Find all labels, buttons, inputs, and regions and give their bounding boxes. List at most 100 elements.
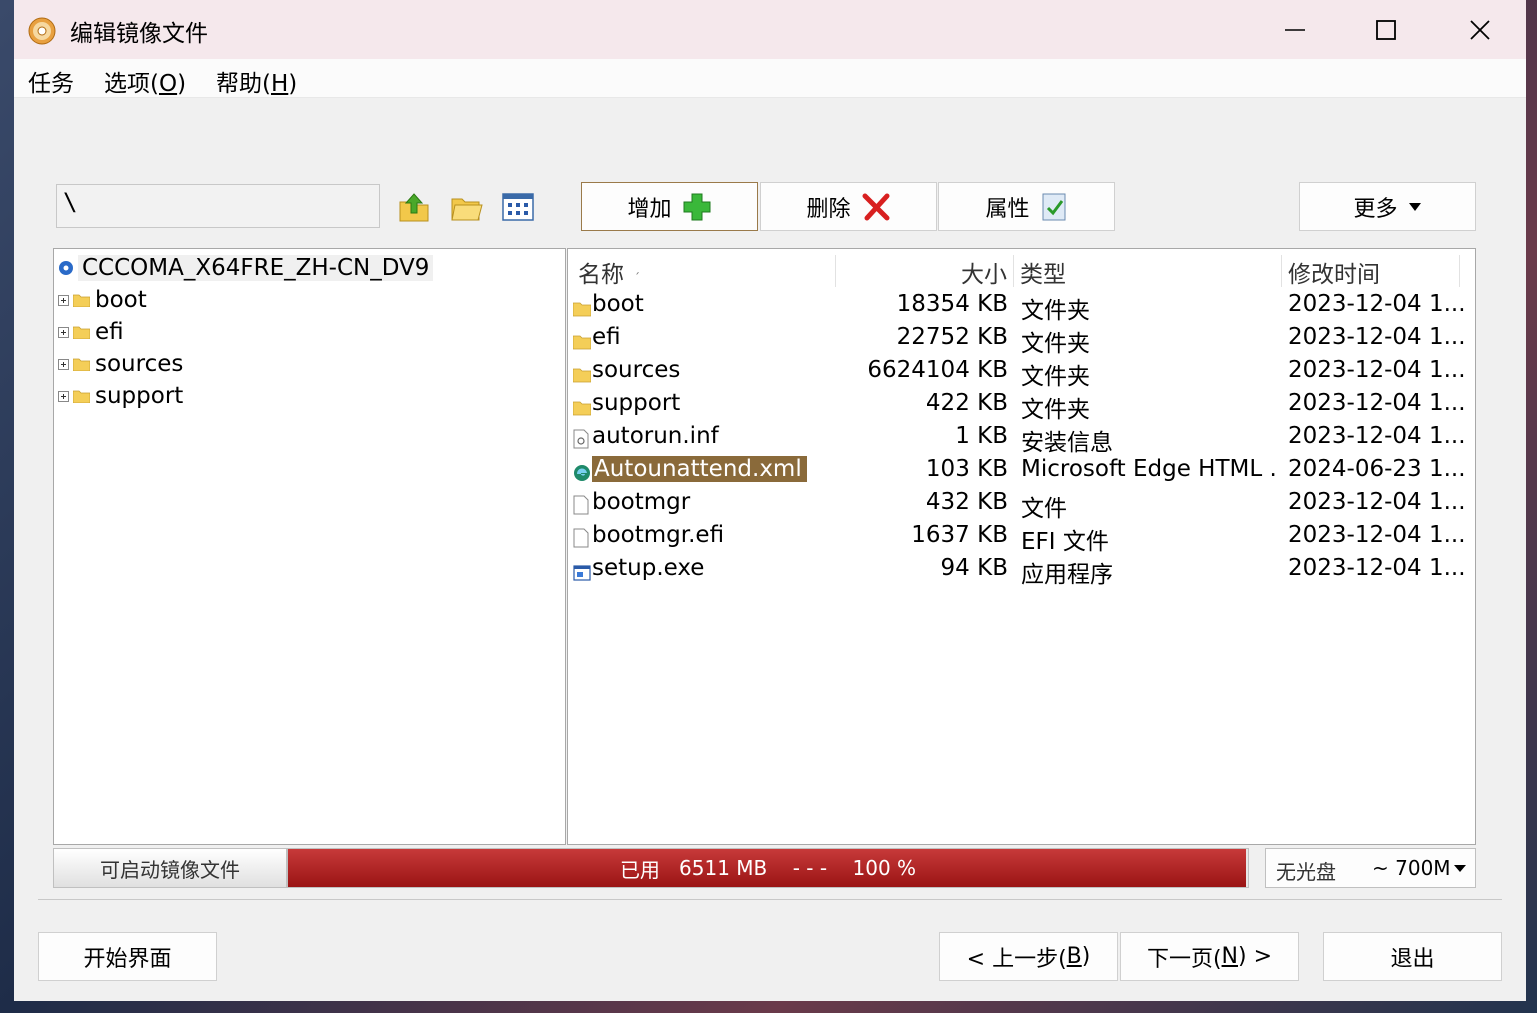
tree-item-label: boot — [95, 287, 147, 313]
next-page-button[interactable]: 下一页(N) > — [1120, 932, 1299, 981]
disc-app-icon — [28, 17, 56, 45]
plus-icon — [683, 193, 710, 220]
tree-item-support[interactable]: support — [58, 381, 183, 411]
file-row[interactable]: bootmgr.efi 1637 KB EFI 文件 2023-12-04 1... — [568, 520, 1468, 555]
tree-item-efi[interactable]: efi — [58, 317, 124, 347]
maximize-button[interactable] — [1356, 8, 1416, 52]
file-row[interactable]: efi 22752 KB 文件夹 2023-12-04 1... — [568, 322, 1468, 357]
expand-icon[interactable] — [58, 358, 69, 370]
file-icon — [573, 495, 591, 515]
close-button[interactable] — [1450, 8, 1510, 52]
disc-size-value: ~ 700M — [1372, 856, 1451, 880]
file-size: 6624104 KB — [867, 357, 1008, 383]
file-type: 文件 — [1021, 496, 1067, 522]
dropdown-arrow-icon — [1454, 865, 1466, 872]
add-button[interactable]: 增加 — [581, 182, 758, 231]
column-header-type[interactable]: 类型 — [1014, 255, 1282, 288]
tree-item-label: efi — [95, 319, 124, 345]
settings-file-icon — [573, 429, 591, 449]
folder-icon — [73, 294, 90, 307]
folder-icon — [573, 330, 591, 350]
menu-bar: 任务 选项(O) 帮助(H) — [14, 59, 1526, 98]
used-label: 已用 — [619, 857, 660, 882]
file-type: 文件夹 — [1021, 331, 1090, 357]
menu-task[interactable]: 任务 — [28, 64, 74, 98]
file-icon — [573, 528, 591, 548]
file-name: setup.exe — [592, 555, 705, 581]
file-name: support — [592, 390, 681, 416]
minimize-icon — [1285, 29, 1305, 31]
delete-button[interactable]: 删除 — [760, 182, 937, 231]
tree-item-label: sources — [95, 351, 184, 377]
path-input[interactable]: \ — [56, 184, 380, 228]
file-size: 18354 KB — [896, 291, 1008, 317]
file-row[interactable]: sources 6624104 KB 文件夹 2023-12-04 1... — [568, 355, 1468, 390]
column-header-name[interactable]: 名称 ˊ — [568, 255, 836, 288]
file-date: 2023-12-04 1... — [1288, 390, 1466, 416]
file-size: 103 KB — [925, 456, 1008, 482]
file-size: 1637 KB — [911, 522, 1008, 548]
properties-icon — [1042, 193, 1065, 220]
tree-root[interactable]: CCCOMA_X64FRE_ZH-CN_DV9 — [58, 253, 434, 283]
folder-icon — [573, 297, 591, 317]
file-size: 22752 KB — [896, 324, 1008, 350]
expand-icon[interactable] — [58, 390, 69, 402]
folder-icon — [73, 358, 90, 371]
file-date: 2024-06-23 1... — [1288, 456, 1466, 482]
folder-tree[interactable]: CCCOMA_X64FRE_ZH-CN_DV9 boot efi sources… — [53, 248, 566, 845]
dropdown-arrow-icon — [1408, 202, 1421, 211]
tree-item-boot[interactable]: boot — [58, 285, 147, 315]
disc-label: 无光盘 — [1276, 860, 1336, 884]
folder-icon — [73, 326, 90, 339]
file-row[interactable]: autorun.inf 1 KB 安装信息 2023-12-04 1... — [568, 421, 1468, 456]
close-icon — [1470, 20, 1490, 40]
more-button[interactable]: 更多 — [1299, 182, 1476, 231]
file-row[interactable]: setup.exe 94 KB 应用程序 2023-12-04 1... — [568, 553, 1468, 588]
file-list[interactable]: 名称 ˊ 大小 类型 修改时间 boot 18354 KB 文件夹 2023-12-04… — [567, 248, 1476, 845]
column-header-size[interactable]: 大小 — [836, 255, 1014, 288]
start-page-button[interactable]: 开始界面 — [38, 932, 217, 981]
file-type: 文件夹 — [1021, 298, 1090, 324]
tree-item-label: support — [95, 383, 184, 409]
exit-button[interactable]: 退出 — [1323, 932, 1502, 981]
file-row[interactable]: bootmgr 432 KB 文件 2023-12-04 1... — [568, 487, 1468, 522]
file-row[interactable]: support 422 KB 文件夹 2023-12-04 1... — [568, 388, 1468, 423]
folder-icon — [573, 363, 591, 383]
usage-percent: 100 % — [852, 856, 917, 880]
previous-step-button[interactable]: < 上一步(B) — [939, 932, 1118, 981]
file-name: bootmgr.efi — [592, 522, 725, 548]
file-row[interactable]: Autounattend.xml 103 KB Microsoft Edge HTM… — [568, 454, 1468, 487]
exe-icon — [573, 561, 591, 581]
file-name: autorun.inf — [592, 423, 719, 449]
view-mode-icon[interactable] — [501, 190, 535, 224]
file-type: 安装信息 — [1021, 430, 1113, 456]
tree-item-sources[interactable]: sources — [58, 349, 183, 379]
path-value: \ — [63, 188, 78, 216]
column-header-date[interactable]: 修改时间 — [1282, 255, 1460, 288]
file-type: Microsoft Edge HTML ... — [1021, 456, 1279, 482]
open-folder-icon[interactable] — [449, 190, 483, 224]
title-bar[interactable]: 编辑镜像文件 — [14, 0, 1526, 59]
file-type: EFI 文件 — [1021, 529, 1109, 555]
file-date: 2023-12-04 1... — [1288, 555, 1466, 581]
edge-icon — [573, 462, 591, 482]
folder-icon — [73, 390, 90, 403]
file-size: 432 KB — [925, 489, 1008, 515]
expand-icon[interactable] — [58, 326, 69, 338]
usage-separator: - - - — [792, 856, 828, 880]
properties-button[interactable]: 属性 — [938, 182, 1115, 231]
menu-help[interactable]: 帮助(H) — [216, 64, 297, 98]
usage-text: 已用 6511 MB - - - 100 % — [288, 849, 1248, 887]
file-type: 应用程序 — [1021, 562, 1113, 588]
file-name: sources — [592, 357, 681, 383]
disc-size-select[interactable]: 无光盘 ~ 700M — [1265, 848, 1476, 888]
file-row[interactable]: boot 18354 KB 文件夹 2023-12-04 1... — [568, 289, 1468, 324]
bootable-image-label: 可启动镜像文件 — [53, 848, 287, 888]
window-title: 编辑镜像文件 — [70, 21, 208, 47]
menu-options[interactable]: 选项(O) — [104, 64, 186, 98]
expand-icon[interactable] — [58, 294, 69, 306]
file-date: 2023-12-04 1... — [1288, 522, 1466, 548]
disc-icon — [59, 261, 73, 275]
up-folder-icon[interactable] — [397, 190, 431, 224]
minimize-button[interactable] — [1265, 8, 1325, 52]
